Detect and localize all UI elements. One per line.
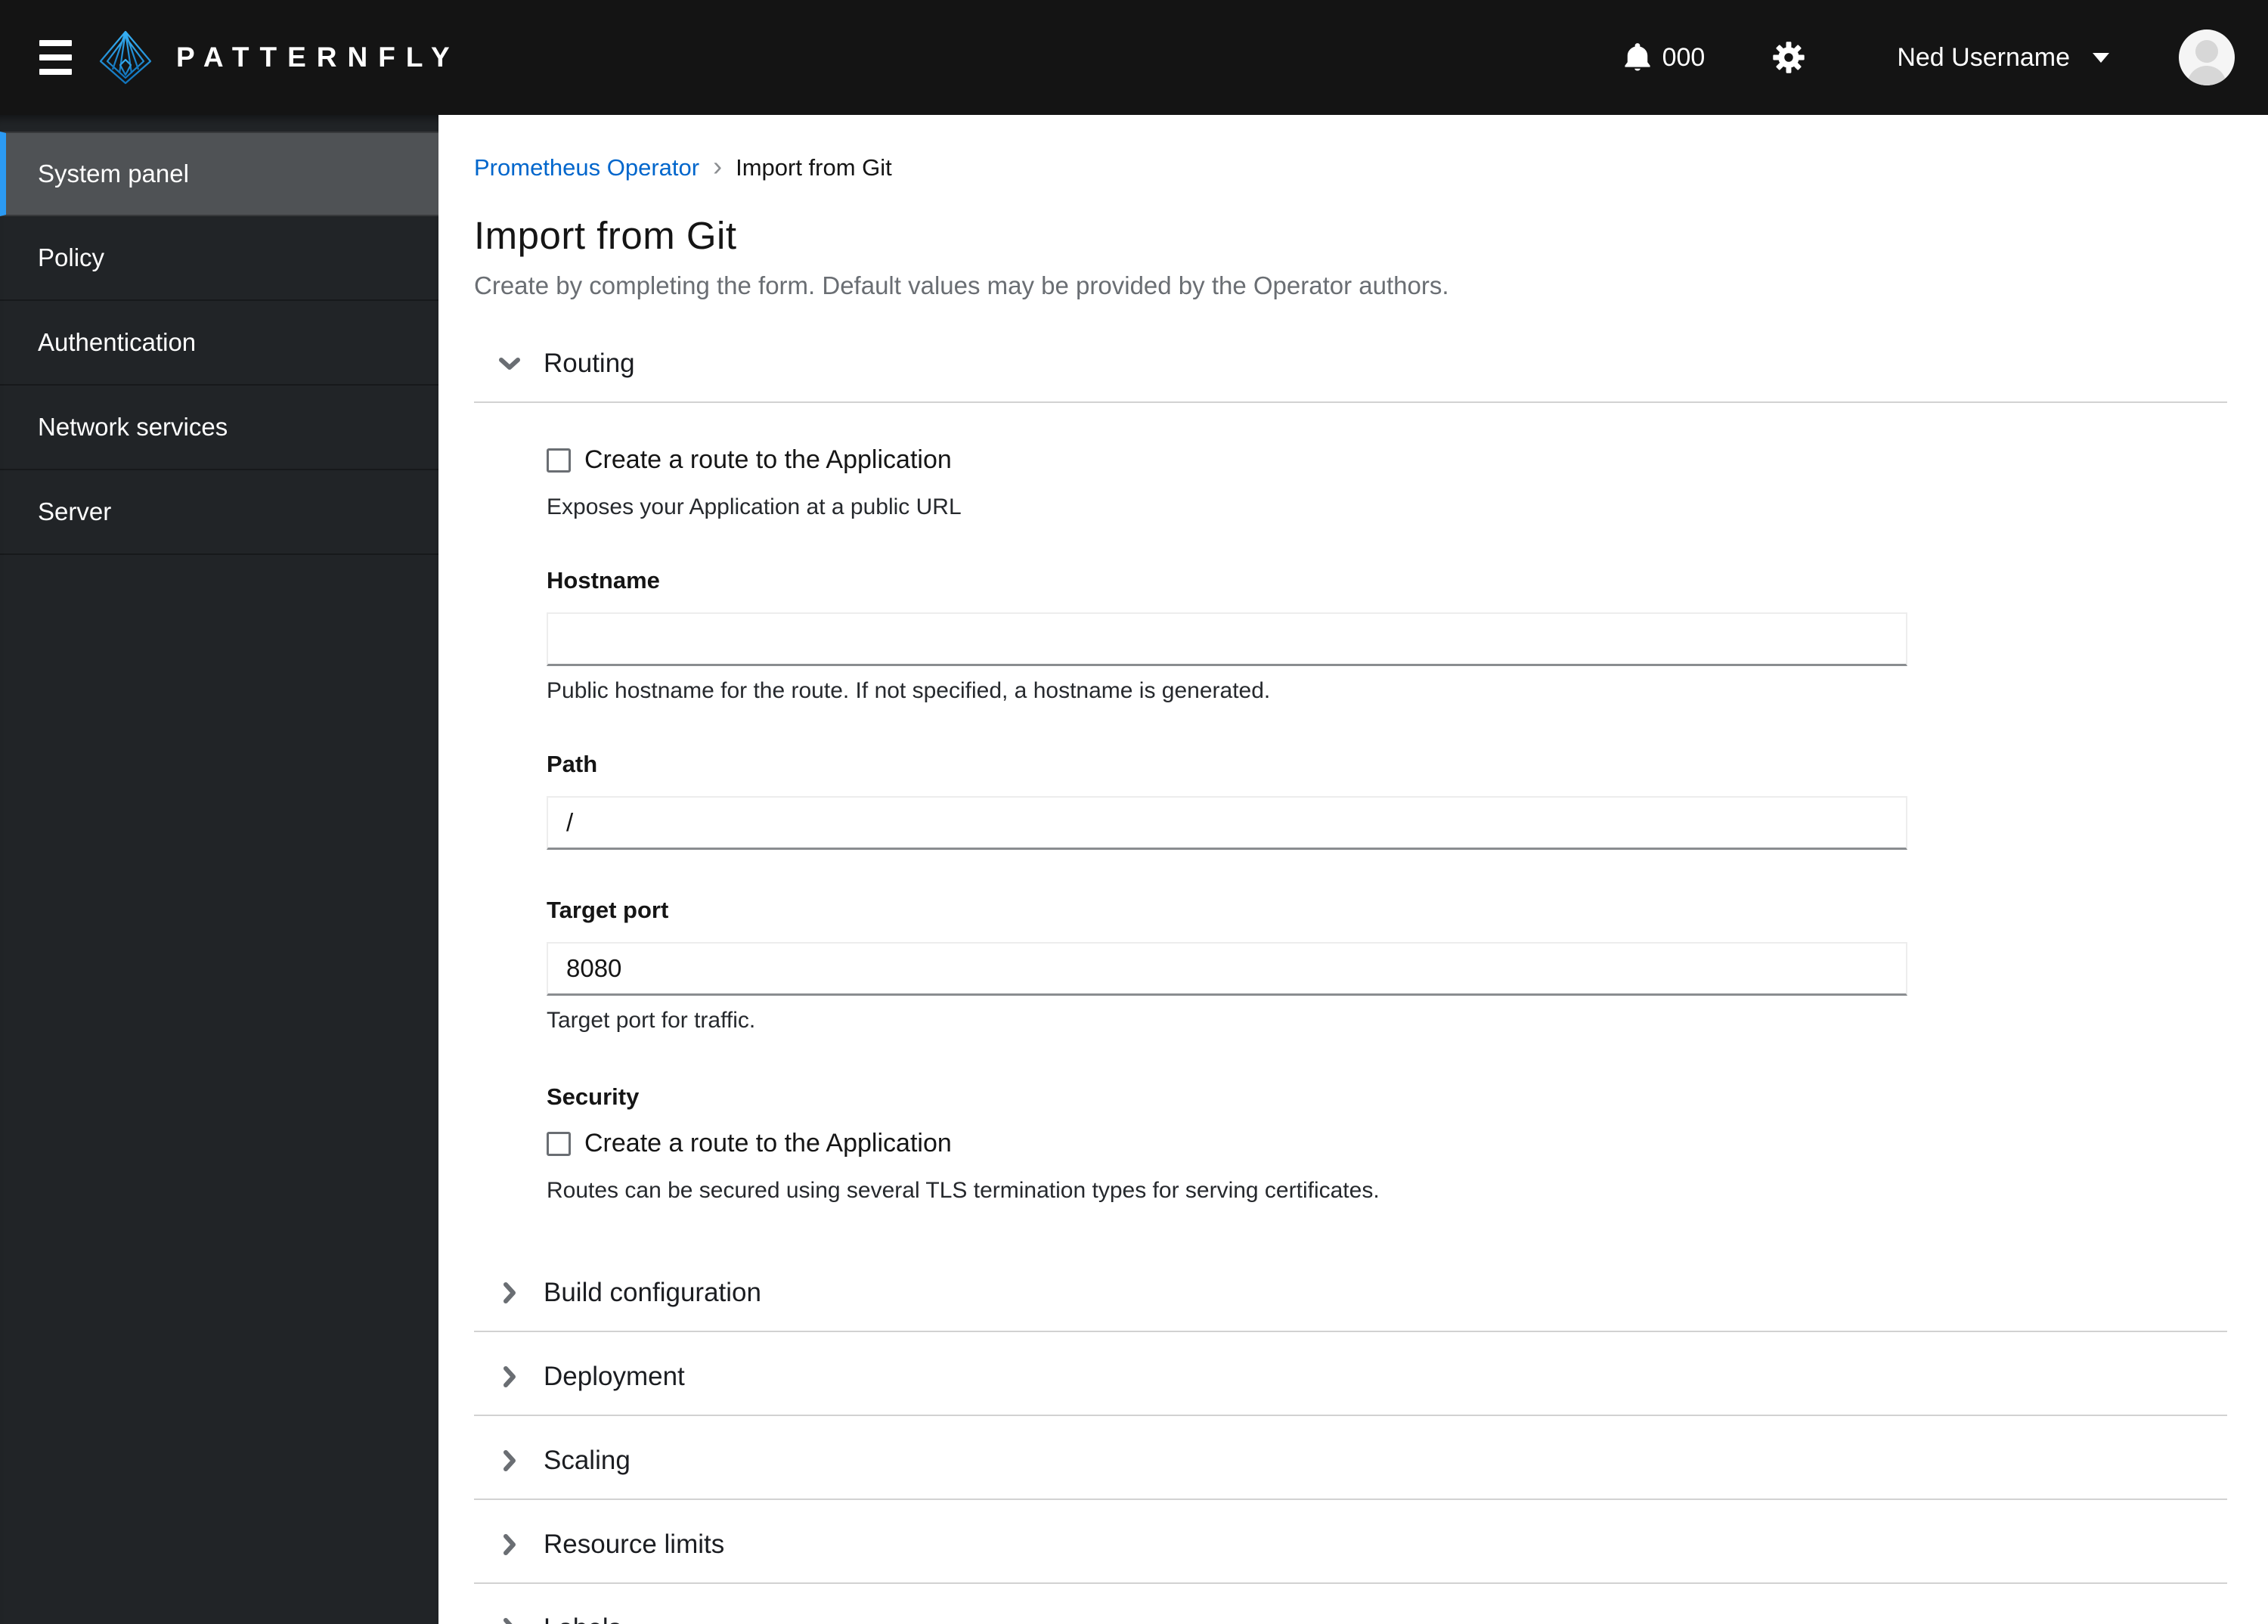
routing-section-body: Create a route to the Application Expose… [474,403,2227,1204]
section-scaling: Scaling [474,1444,2227,1500]
caret-down-icon [2093,52,2109,63]
chevron-right-icon [498,1449,521,1472]
masthead: PATTERNFLY 000 Ned Username [0,0,2268,115]
section-resource-limits: Resource limits [474,1528,2227,1584]
breadcrumb-current: Import from Git [736,154,892,181]
sidebar-item-system-panel[interactable]: System panel [0,132,438,216]
sidebar-item-network-services[interactable]: Network services [0,386,438,470]
target-port-helper-text: Target port for traffic. [547,1008,756,1033]
secure-route-checkbox-label[interactable]: Create a route to the Application [584,1129,952,1158]
security-label: Security [547,1083,640,1110]
sidebar-item-label: Authentication [38,328,197,356]
main-content: Prometheus Operator › Import from Git Im… [438,115,2268,1624]
security-group: Security Create a route to the Applicati… [547,1083,2227,1204]
import-form: Routing Create a route to the Applicatio… [474,347,2227,1624]
chevron-down-icon [498,356,521,371]
section-routing: Routing Create a route to the Applicatio… [474,347,2227,1204]
chevron-right-icon [498,1365,521,1388]
section-label: Scaling [544,1446,631,1475]
sidebar-item-authentication[interactable]: Authentication [0,301,438,386]
section-toggle-build-configuration[interactable]: Build configuration [474,1276,2227,1309]
chevron-right-icon [498,1533,521,1556]
section-build-configuration: Build configuration [474,1276,2227,1332]
target-port-label: Target port [547,897,669,923]
create-route-helper-text: Exposes your Application at a public URL [547,494,962,519]
sidebar-item-label: Network services [38,413,228,441]
section-label: Build configuration [544,1278,761,1307]
hostname-label: Hostname [547,567,660,594]
sidebar-item-policy[interactable]: Policy [0,216,438,301]
section-toggle-deployment[interactable]: Deployment [474,1360,2227,1393]
target-port-input[interactable] [547,942,1907,996]
security-helper-text: Routes can be secured using several TLS … [547,1178,1380,1203]
section-toggle-routing[interactable]: Routing [474,347,2227,380]
user-menu[interactable]: Ned Username [1897,43,2109,73]
user-name: Ned Username [1897,42,2070,72]
path-label: Path [547,751,598,777]
create-route-checkbox-label[interactable]: Create a route to the Application [584,445,952,475]
chevron-right-icon [498,1617,521,1624]
create-route-checkbox[interactable] [547,448,571,473]
sidebar-item-label: System panel [38,160,189,188]
bell-icon [1625,43,1650,71]
notification-count: 000 [1662,42,1706,72]
section-label: Resource limits [544,1529,725,1559]
path-input[interactable] [547,796,1907,850]
section-divider [474,1498,2227,1500]
breadcrumb-separator-icon: › [713,150,723,181]
section-label: Routing [544,349,635,378]
section-toggle-resource-limits[interactable]: Resource limits [474,1528,2227,1561]
section-divider [474,1415,2227,1416]
masthead-toolbar: 000 Ned Username [1622,29,2235,85]
hostname-helper-text: Public hostname for the route. If not sp… [547,678,1271,703]
gear-icon [1773,42,1805,73]
avatar-head-shape [2195,40,2218,63]
section-label: Deployment [544,1362,685,1391]
secure-route-checkbox[interactable] [547,1131,571,1156]
chevron-right-icon [498,1282,521,1304]
breadcrumb-link-prometheus-operator[interactable]: Prometheus Operator [474,154,699,181]
sidebar-item-label: Server [38,497,112,525]
avatar-torso-shape [2187,66,2226,85]
page-subtitle: Create by completing the form. Default v… [474,271,1449,299]
section-toggle-scaling[interactable]: Scaling [474,1444,2227,1477]
app-window: PATTERNFLY 000 Ned Username System panel… [0,0,2268,1624]
notifications-button[interactable]: 000 [1622,40,1706,75]
hamburger-menu-icon[interactable] [39,40,72,75]
sidebar-item-server[interactable]: Server [0,470,438,555]
brand-name: PATTERNFLY [176,42,460,73]
breadcrumb: Prometheus Operator › Import from Git [474,150,2227,181]
sidebar-item-label: Policy [38,243,105,271]
user-avatar[interactable] [2179,29,2235,85]
side-navigation: System panel Policy Authentication Netwo… [0,115,438,1624]
page-title: Import from Git [474,214,737,257]
section-toggle-labels[interactable]: Labels [474,1612,2227,1624]
section-label: Labels [544,1613,621,1624]
section-divider [474,1582,2227,1584]
hostname-input[interactable] [547,612,1907,666]
patternfly-logo-icon [99,30,152,85]
section-labels: Labels [474,1612,2227,1624]
section-divider [474,1331,2227,1332]
section-deployment: Deployment [474,1360,2227,1416]
settings-button[interactable] [1771,40,1806,75]
